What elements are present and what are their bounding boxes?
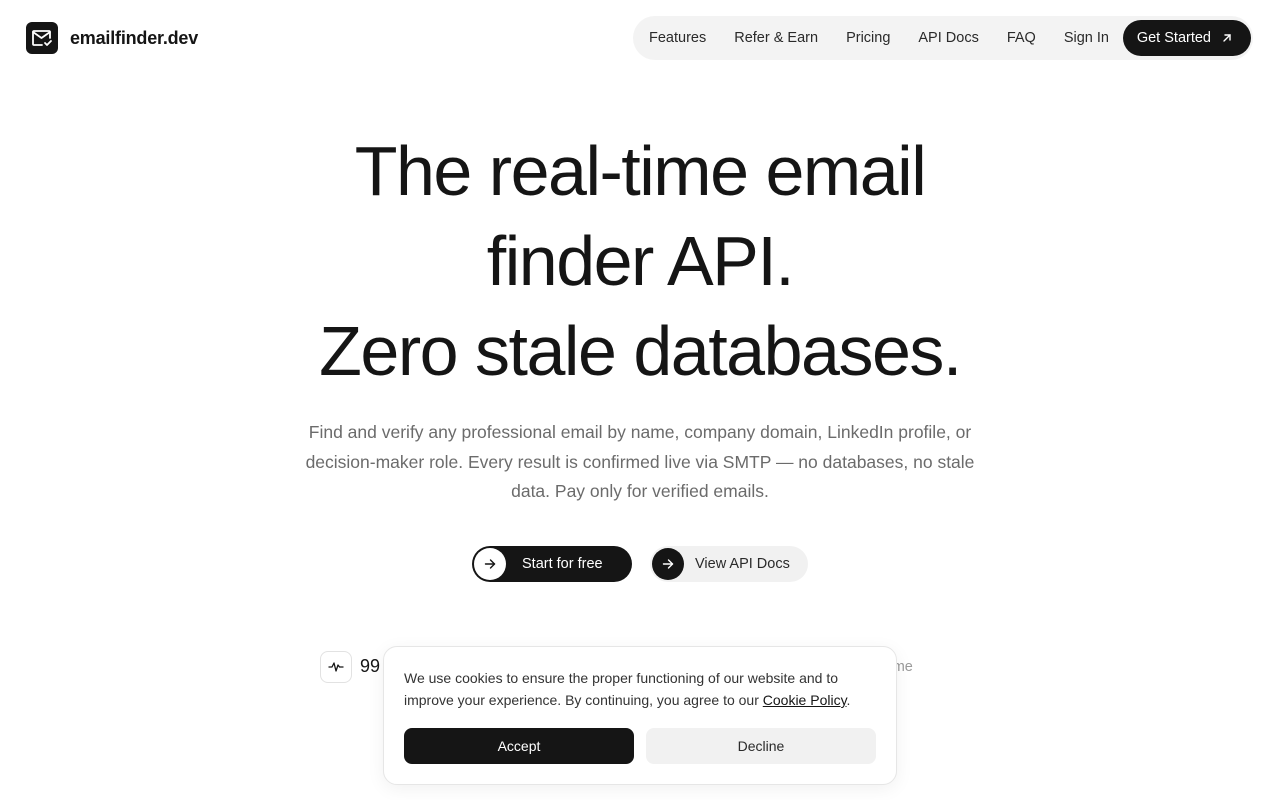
get-started-label: Get Started (1136, 30, 1211, 46)
site-header: emailfinder.dev Features Refer & Earn Pr… (0, 0, 1280, 76)
nav-link-faq[interactable]: FAQ (1007, 30, 1036, 46)
nav-link-sign-in[interactable]: Sign In (1064, 30, 1109, 46)
view-api-docs-button[interactable]: View API Docs (650, 546, 808, 582)
hero-title: The real-time email finder API. Zero sta… (0, 126, 1280, 396)
nav-link-refer-earn[interactable]: Refer & Earn (734, 30, 818, 46)
start-for-free-button[interactable]: Start for free (472, 546, 632, 582)
arrow-up-right-icon (1223, 34, 1231, 42)
main-nav: Features Refer & Earn Pricing API Docs F… (633, 16, 1253, 60)
hero-title-line: The real-time email (354, 132, 927, 210)
hero-title-line: finder API. (486, 222, 795, 300)
brand-name: emailfinder.dev (70, 27, 199, 48)
nav-link-features[interactable]: Features (649, 30, 706, 46)
accept-cookies-button[interactable]: Accept (404, 728, 634, 764)
cookie-message: We use cookies to ensure the proper func… (404, 667, 876, 711)
cookie-banner: We use cookies to ensure the proper func… (383, 646, 897, 785)
cookie-policy-link[interactable]: Cookie Policy (763, 692, 847, 708)
cookie-actions: Accept Decline (404, 728, 876, 764)
stat-value: 99 (360, 656, 381, 676)
get-started-button[interactable]: Get Started (1122, 20, 1251, 56)
cookie-message-end: . (846, 692, 851, 708)
hero-subtitle: Find and verify any professional email b… (305, 422, 975, 501)
nav-link-api-docs[interactable]: API Docs (918, 30, 978, 46)
brand-logo-link[interactable]: emailfinder.dev (26, 22, 198, 54)
arrow-right-icon (474, 548, 506, 580)
nav-link-pricing[interactable]: Pricing (846, 30, 890, 46)
mail-check-icon (26, 22, 58, 54)
decline-cookies-button[interactable]: Decline (646, 728, 876, 764)
activity-icon (320, 651, 352, 683)
view-api-docs-label: View API Docs (695, 556, 790, 572)
arrow-right-icon (652, 548, 684, 580)
hero-title-line: Zero stale databases. (319, 312, 962, 390)
hero-cta-row: Start for free View API Docs (472, 546, 808, 582)
start-for-free-label: Start for free (522, 556, 603, 572)
